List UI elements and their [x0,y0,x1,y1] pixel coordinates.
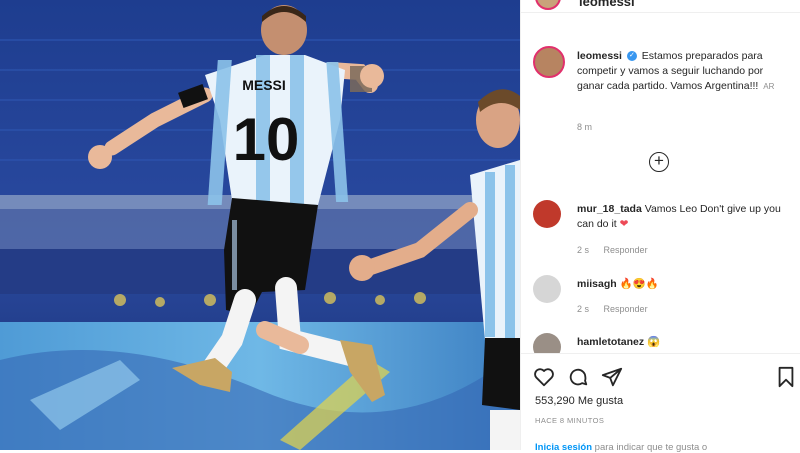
caption-avatar[interactable] [533,46,565,78]
add-comment-icon[interactable]: + [649,152,669,172]
caption-time: 8 m [577,122,593,132]
header-username[interactable]: leomessi [579,0,635,9]
comment-meta: 2 s Responder [577,245,660,255]
translate-tag[interactable]: AR [763,82,774,91]
post-timestamp: Hace 8 minutos [535,416,605,425]
comment-meta: 2 s Responder [577,304,660,314]
heart-icon[interactable] [531,364,557,390]
comment-avatar[interactable] [533,275,561,303]
login-prompt: Inicia sesión para indicar que te gusta … [535,442,707,453]
bookmark-icon[interactable] [773,364,799,390]
comment-text-block: hamletotanez 😱 [577,335,782,350]
comment-time: 2 s [577,245,590,255]
comment-username[interactable]: miisagh [577,278,617,290]
reply-button[interactable]: Responder [604,304,648,314]
post-header: leomessi [521,0,800,13]
post-actions: 553,290 Me gusta Hace 8 minutos Inicia s… [521,353,800,453]
comment-avatar[interactable] [533,200,561,228]
comment-emoji: ❤ [619,218,629,230]
comment-emoji: 🔥😍🔥 [619,278,659,290]
caption-username[interactable]: leomessi [577,50,622,62]
verified-badge-icon: ✓ [626,51,637,62]
stadium-scene: MESSI 10 [0,0,520,450]
likes-count[interactable]: 553,290 Me gusta [535,395,623,407]
post-photo[interactable]: MESSI 10 [0,0,520,450]
jersey-number: 10 [233,106,300,173]
comment-text-block: mur_18_tada Vamos Leo Don't give up you … [577,202,782,232]
comment-username[interactable]: mur_18_tada [577,203,642,215]
comment-text-block: miisagh 🔥😍🔥 [577,277,782,292]
comment-emoji: 😱 [647,336,661,348]
share-icon[interactable] [599,364,625,390]
reply-button[interactable]: Responder [604,245,648,255]
comment-time: 2 s [577,304,590,314]
comment-username[interactable]: hamletotanez [577,336,644,348]
caption-text-block: leomessi ✓ Estamos preparados para compe… [577,49,789,94]
jersey-name: MESSI [242,77,286,93]
comment-icon[interactable] [565,364,591,390]
login-prompt-text: para indicar que te gusta o [594,442,708,453]
login-link[interactable]: Inicia sesión [535,442,592,453]
post-side-panel: leomessi leomessi ✓ Estamos preparados p… [520,0,800,453]
header-avatar[interactable] [535,0,561,10]
